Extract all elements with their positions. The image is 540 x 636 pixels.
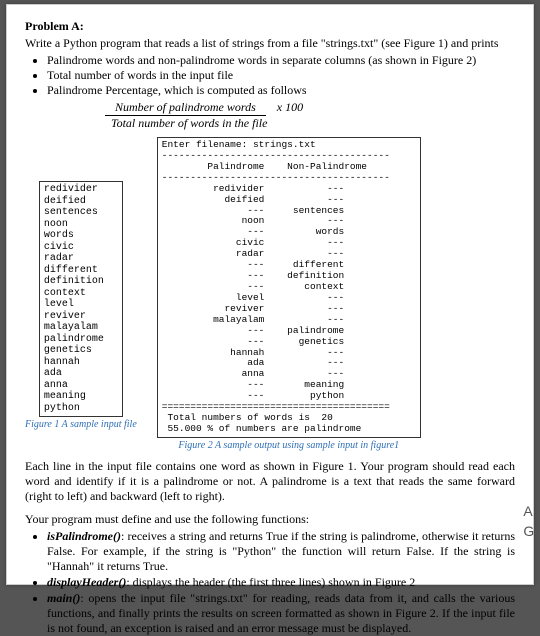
formula-denominator: Total number of words in the file (111, 116, 515, 131)
formula-numerator: Number of palindrome words (105, 100, 266, 116)
formula-block: Number of palindrome words x 100 Total n… (105, 100, 515, 131)
figure2-caption: Figure 2 A sample output using sample in… (178, 440, 399, 451)
func-name: displayHeader() (47, 575, 126, 589)
formula-multiplier: x 100 (277, 100, 303, 114)
list-item: isPalindrome(): receives a string and re… (47, 529, 515, 574)
figure1-column: redivider deified sentences noon words c… (25, 181, 137, 430)
paragraph-1: Each line in the input file contains one… (25, 459, 515, 504)
list-item: Palindrome Percentage, which is computed… (47, 83, 515, 98)
bullet-list: Palindrome words and non-palindrome word… (47, 53, 515, 98)
list-item: Total number of words in the input file (47, 68, 515, 83)
list-item: Palindrome words and non-palindrome word… (47, 53, 515, 68)
func-desc: : opens the input file "strings.txt" for… (47, 591, 515, 635)
list-item: displayHeader(): displays the header (th… (47, 575, 515, 590)
list-item: main(): opens the input file "strings.tx… (47, 591, 515, 636)
side-a: A (523, 502, 540, 522)
figure1-caption: Figure 1 A sample input file (25, 419, 137, 430)
problem-heading: Problem A: (25, 19, 515, 34)
page-container: Problem A: Write a Python program that r… (6, 4, 534, 585)
side-cutoff-text: A Go (523, 502, 540, 541)
paragraph-2: Your program must define and use the fol… (25, 512, 515, 527)
side-g: Go (523, 522, 540, 542)
figure2-box: Enter filename: strings.txt ------------… (157, 137, 421, 438)
func-name: isPalindrome() (47, 529, 121, 543)
intro-text: Write a Python program that reads a list… (25, 36, 515, 51)
figures-row: redivider deified sentences noon words c… (25, 137, 515, 451)
functions-list: isPalindrome(): receives a string and re… (47, 529, 515, 636)
func-name: main() (47, 591, 80, 605)
figure2-column: Enter filename: strings.txt ------------… (157, 137, 421, 451)
func-desc: : displays the header (the first three l… (126, 575, 415, 589)
figure1-box: redivider deified sentences noon words c… (39, 181, 123, 417)
